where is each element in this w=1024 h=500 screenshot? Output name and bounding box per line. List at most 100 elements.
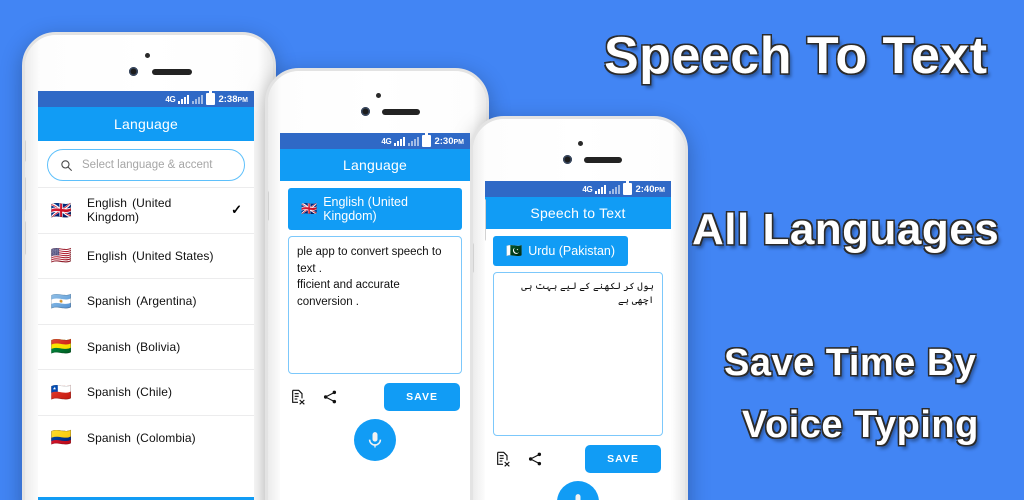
status-bar: 4G 2:40PM (485, 181, 671, 197)
transcript-line-1: ple app to convert speech to text . (297, 246, 442, 275)
status-clock: 2:30PM (434, 135, 464, 147)
front-camera-icon (361, 107, 370, 116)
phone-mockup-english-transcript: 4G 2:30PM Language 🇬🇧 English (United Ki… (265, 68, 489, 500)
app-bar: Speech to Text (485, 197, 671, 229)
language-label: Spanish (Bolivia) (87, 339, 181, 354)
language-selector-row: 🇬🇧 English (United Kingdom) (280, 181, 470, 236)
side-button-mute[interactable] (25, 140, 26, 162)
side-button-volume-up[interactable] (268, 191, 269, 221)
app-bar-title: Speech to Text (530, 205, 626, 221)
language-label: English (United States) (87, 248, 214, 263)
flag-icon: 🇧🇴 (50, 337, 73, 357)
network-type-label: 4G (165, 94, 176, 104)
transcript-textarea[interactable]: بول کر لکھنے کے لیے بہت ہی اچھی ہے (493, 272, 663, 436)
language-label: Spanish (Argentina) (87, 294, 197, 309)
side-button-volume-up[interactable] (473, 243, 474, 273)
side-button-volume-down[interactable] (25, 221, 26, 255)
flag-icon: 🇬🇧 (301, 201, 318, 216)
earpiece-speaker (152, 69, 192, 75)
signal-strength-icon (178, 94, 190, 104)
promo-headline-4: Voice Typing (742, 404, 979, 446)
flag-icon: 🇬🇧 (50, 200, 73, 220)
status-clock: 2:38PM (218, 93, 248, 105)
language-selector-button[interactable]: 🇵🇰 Urdu (Pakistan) (493, 236, 629, 266)
clear-text-icon[interactable] (495, 451, 511, 467)
share-icon[interactable] (322, 389, 338, 405)
app-bar: Language (280, 149, 470, 181)
action-row: SAVE (280, 374, 470, 411)
transcript-textarea[interactable]: ple app to convert speech to text . ffic… (288, 236, 462, 374)
list-item[interactable]: 🇦🇷 Spanish (Argentina) (38, 278, 254, 324)
signal-strength-secondary-icon (609, 184, 621, 194)
flag-icon: 🇵🇰 (506, 243, 523, 258)
language-selector-label: Urdu (Pakistan) (528, 244, 616, 258)
app-bar-title: Language (114, 116, 178, 132)
language-label: Spanish (Colombia) (87, 430, 196, 445)
promo-banner: 4G 2:38PM Language Select language & acc… (0, 0, 1024, 500)
app-bar-title: Language (343, 157, 407, 173)
transcript-line-1: بول کر لکھنے کے لیے بہت ہی اچھی ہے (521, 281, 654, 306)
flag-icon: 🇨🇱 (50, 382, 73, 402)
network-type-label: 4G (381, 136, 392, 146)
microphone-section (280, 411, 470, 461)
promo-headline-2: All Languages (692, 205, 1000, 254)
language-selector-row: 🇵🇰 Urdu (Pakistan) (485, 229, 671, 272)
save-button[interactable]: SAVE (585, 445, 661, 473)
signal-strength-icon (394, 136, 406, 146)
language-label: English (United Kingdom) (87, 196, 172, 225)
list-item[interactable]: 🇨🇴 Spanish (Colombia) (38, 414, 254, 461)
status-bar: 4G 2:38PM (38, 91, 254, 107)
selected-check-icon: ✓ (231, 202, 242, 218)
list-item[interactable]: 🇧🇴 Spanish (Bolivia) (38, 323, 254, 370)
search-section: Select language & accent (38, 141, 254, 187)
list-item[interactable]: 🇬🇧 English (United Kingdom) ✓ (38, 187, 254, 233)
language-list[interactable]: 🇬🇧 English (United Kingdom) ✓ 🇺🇸 English(… (38, 187, 254, 460)
microphone-icon (368, 432, 382, 448)
microphone-icon (575, 494, 581, 500)
search-input[interactable]: Select language & accent (47, 149, 245, 181)
share-icon[interactable] (527, 451, 543, 467)
promo-headline-3: Save Time By (724, 342, 977, 384)
battery-icon (206, 91, 216, 105)
search-icon (61, 159, 72, 171)
search-placeholder: Select language & accent (82, 159, 213, 171)
language-label: Spanish (Chile) (87, 385, 173, 400)
flag-icon: 🇦🇷 (50, 291, 73, 311)
front-camera-icon (129, 67, 138, 76)
earpiece-speaker (584, 157, 622, 163)
save-button[interactable]: SAVE (384, 383, 460, 411)
transcript-section: بول کر لکھنے کے لیے بہت ہی اچھی ہے (485, 272, 671, 436)
promo-headline-1: Speech To Text (604, 27, 988, 85)
front-camera-icon (563, 155, 572, 164)
status-bar: 4G 2:30PM (280, 133, 470, 149)
microphone-button[interactable] (557, 481, 599, 500)
battery-icon (623, 181, 633, 195)
phone-mockup-urdu-transcript: 4G 2:40PM Speech to Text 🇵🇰 Urdu (Pakist… (470, 116, 688, 500)
microphone-button[interactable] (354, 419, 396, 461)
transcript-line-2: fficient and accurate conversion . (297, 279, 400, 309)
signal-strength-secondary-icon (192, 94, 204, 104)
flag-icon: 🇨🇴 (50, 428, 73, 448)
language-selector-button[interactable]: 🇬🇧 English (United Kingdom) (288, 188, 462, 230)
earpiece-speaker (382, 109, 420, 115)
battery-icon (422, 133, 432, 147)
list-item[interactable]: 🇨🇱 Spanish (Chile) (38, 369, 254, 415)
action-row: SAVE (485, 436, 671, 473)
transcript-section: ple app to convert speech to text . ffic… (280, 236, 470, 374)
network-type-label: 4G (582, 184, 593, 194)
app-bar: Language (38, 107, 254, 141)
side-button-volume-up[interactable] (25, 177, 26, 211)
sensor-dot (145, 53, 150, 58)
status-clock: 2:40PM (635, 183, 665, 195)
signal-strength-secondary-icon (408, 136, 420, 146)
phone-notch (473, 119, 685, 171)
clear-text-icon[interactable] (290, 389, 306, 405)
sensor-dot (578, 141, 583, 146)
phone-notch (268, 71, 486, 123)
list-item[interactable]: 🇺🇸 English (United States) (38, 232, 254, 279)
signal-strength-icon (595, 184, 607, 194)
sensor-dot (376, 93, 381, 98)
language-selector-label: English (United Kingdom) (323, 195, 408, 223)
microphone-section (485, 473, 671, 500)
flag-icon: 🇺🇸 (50, 246, 73, 266)
